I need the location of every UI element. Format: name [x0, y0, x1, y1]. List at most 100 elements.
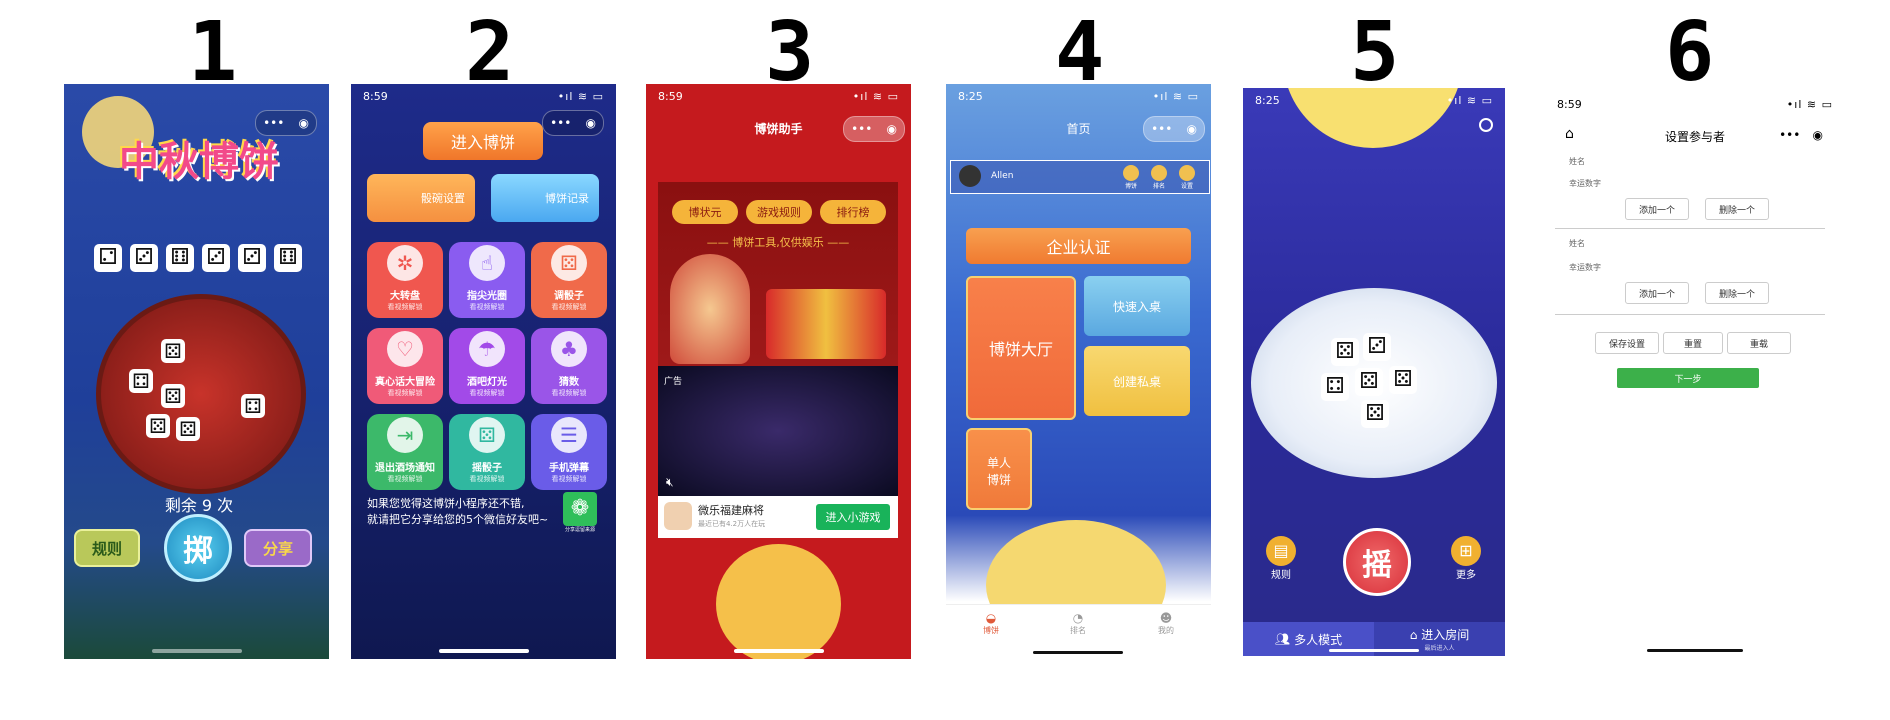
save-settings-button[interactable]: 保存设置: [1595, 332, 1659, 354]
rules-icon: ▤: [1266, 536, 1296, 566]
status-bar: 8:25 •ıl ≋ ▭: [958, 90, 1199, 106]
next-step-button[interactable]: 下一步: [1617, 368, 1759, 388]
ad-banner[interactable]: 广告 🔇︎: [658, 366, 898, 496]
enterprise-cert-button[interactable]: 企业认证: [966, 228, 1191, 264]
share-icon-caption: 分享逗留来源: [564, 527, 595, 533]
bobing-records-button[interactable]: 博饼记录: [491, 174, 599, 222]
tab-leaderboard[interactable]: 排行榜: [820, 200, 886, 224]
feature-tile[interactable]: ♡ 真心话大冒险 看视频解锁: [367, 328, 443, 404]
user-bar: Allen 博饼 排名 设置: [950, 160, 1210, 194]
bowl-icon: ◒: [985, 611, 997, 625]
tab-label: 我的: [1158, 626, 1174, 635]
more-icon[interactable]: •••: [550, 116, 571, 130]
tab-game-rules[interactable]: 游戏规则: [746, 200, 812, 224]
delete-one-button[interactable]: 删除一个: [1705, 282, 1769, 304]
close-icon[interactable]: ◉: [585, 116, 595, 130]
add-one-button[interactable]: 添加一个: [1625, 198, 1689, 220]
bowl-settings-button[interactable]: 骰碗设置: [367, 174, 475, 222]
close-icon[interactable]: ◉: [298, 116, 308, 130]
add-one-button[interactable]: 添加一个: [1625, 282, 1689, 304]
feature-tile[interactable]: ☰ 手机弹幕 看视频解锁: [531, 414, 607, 490]
ad-card[interactable]: 微乐福建麻将 最近已有4.2万人在玩 进入小游戏: [658, 496, 898, 538]
more-button[interactable]: ⊞ 更多: [1448, 536, 1484, 581]
status-bar: 8:59 •ıl ≋ ▭: [658, 90, 899, 106]
remaining-count: 剩余 9 次: [164, 496, 234, 515]
menu-capsule[interactable]: ••• ◉: [1773, 124, 1829, 146]
ad-game-sub: 最近已有4.2万人在玩: [698, 520, 766, 528]
ad-game-name: 微乐福建麻将: [698, 504, 764, 517]
feature-tile[interactable]: ⚄ 摇骰子 看视频解锁: [449, 414, 525, 490]
share-text-line: 就请把它分享给您的5个微信好友吧~: [367, 513, 549, 526]
reload-button[interactable]: 重载: [1727, 332, 1791, 354]
close-icon[interactable]: ◉: [886, 122, 896, 136]
die: ⚄: [1389, 366, 1417, 394]
dice-plate[interactable]: ⚄ ⚂ ⚃ ⚄ ⚄ ⚄: [1251, 288, 1497, 478]
create-private-table-button[interactable]: 创建私桌: [1084, 346, 1190, 416]
bobing-hall-button[interactable]: 博饼大厅: [966, 276, 1076, 420]
die: ⚃: [241, 394, 265, 418]
status-icons: •ıl ≋ ▭: [1152, 90, 1199, 103]
panel-label-6: 6: [1665, 5, 1715, 100]
tab-zhuangyuan[interactable]: 博状元: [672, 200, 738, 224]
tab-bobing[interactable]: ◒ 博饼: [966, 611, 1016, 636]
reset-button[interactable]: 重置: [1663, 332, 1723, 354]
feature-subtitle: 看视频解锁: [551, 389, 587, 397]
rank-mini-icon[interactable]: 排名: [1147, 165, 1171, 190]
share-qrcode-icon[interactable]: ❁: [563, 492, 597, 526]
more-icon[interactable]: •••: [1779, 128, 1800, 142]
more-icon[interactable]: •••: [1151, 122, 1172, 136]
mini-icon-label: 博饼: [1124, 183, 1137, 190]
feature-tile[interactable]: ♣ 猜数 看视频解锁: [531, 328, 607, 404]
share-button[interactable]: 分享: [244, 529, 312, 567]
feature-subtitle: 看视频解锁: [469, 475, 505, 483]
people-icon: 👥︎: [1274, 632, 1291, 646]
enter-room-label: 进入房间: [1421, 628, 1470, 642]
lucky-number-label: 幸运数字: [1569, 263, 1601, 272]
menu-capsule[interactable]: ••• ◉: [1143, 116, 1205, 142]
throw-button[interactable]: 掷: [164, 514, 232, 582]
feature-title: 酒吧灯光: [467, 377, 507, 388]
die: ⚄: [161, 384, 185, 408]
settings-mini-icon[interactable]: 设置: [1175, 165, 1199, 190]
close-icon[interactable]: ◉: [1812, 128, 1822, 142]
game-avatar: [664, 502, 692, 530]
feature-icon: ⚄: [551, 245, 587, 281]
die: ⚂: [202, 244, 230, 272]
close-icon[interactable]: ◉: [1186, 122, 1196, 136]
menu-capsule[interactable]: ••• ◉: [542, 110, 604, 136]
rules-button[interactable]: 规则: [74, 529, 140, 567]
feature-tile[interactable]: ☂ 酒吧灯光 看视频解锁: [449, 328, 525, 404]
more-icon[interactable]: •••: [263, 116, 284, 130]
rules-button[interactable]: ▤ 规则: [1263, 536, 1299, 581]
feature-icon: ⚄: [469, 417, 505, 453]
name-label: 姓名: [1569, 239, 1585, 248]
shake-button[interactable]: 摇: [1343, 528, 1411, 596]
rank-mini-icon[interactable]: 博饼: [1119, 165, 1143, 190]
enter-mini-game-button[interactable]: 进入小游戏: [816, 504, 890, 530]
close-icon[interactable]: [1479, 118, 1493, 132]
ad-tag: 广告: [664, 377, 683, 387]
tab-rank[interactable]: ◔ 排名: [1053, 611, 1103, 636]
feature-title: 调骰子: [554, 291, 584, 302]
quick-join-button[interactable]: 快速入桌: [1084, 276, 1190, 336]
menu-capsule[interactable]: ••• ◉: [843, 116, 905, 142]
person-icon: ☻: [1159, 611, 1173, 625]
tab-label: 排名: [1070, 626, 1086, 635]
home-indicator: [1033, 651, 1123, 654]
enter-bobing-button[interactable]: 进入博饼: [423, 122, 543, 160]
tab-mine[interactable]: ☻ 我的: [1141, 611, 1191, 636]
username: Allen: [991, 171, 1014, 181]
feature-tile[interactable]: ✲ 大转盘 看视频解锁: [367, 242, 443, 318]
dice-bowl[interactable]: ⚄ ⚃ ⚄ ⚄ ⚄ ⚃: [96, 294, 306, 494]
single-player-button[interactable]: 单人 博饼: [966, 428, 1032, 510]
avatar[interactable]: [959, 165, 981, 187]
feature-tile[interactable]: ☝ 指尖光圈 看视频解锁: [449, 242, 525, 318]
more-icon[interactable]: •••: [851, 122, 872, 136]
feature-tile[interactable]: ⇥ 退出酒场通知 看视频解锁: [367, 414, 443, 490]
multiplayer-label: 多人模式: [1294, 632, 1343, 647]
feature-tile[interactable]: ⚄ 调骰子 看视频解锁: [531, 242, 607, 318]
mute-icon[interactable]: 🔇︎: [666, 475, 674, 490]
feature-title: 退出酒场通知: [375, 463, 435, 474]
delete-one-button[interactable]: 删除一个: [1705, 198, 1769, 220]
more-label: 更多: [1456, 570, 1476, 581]
